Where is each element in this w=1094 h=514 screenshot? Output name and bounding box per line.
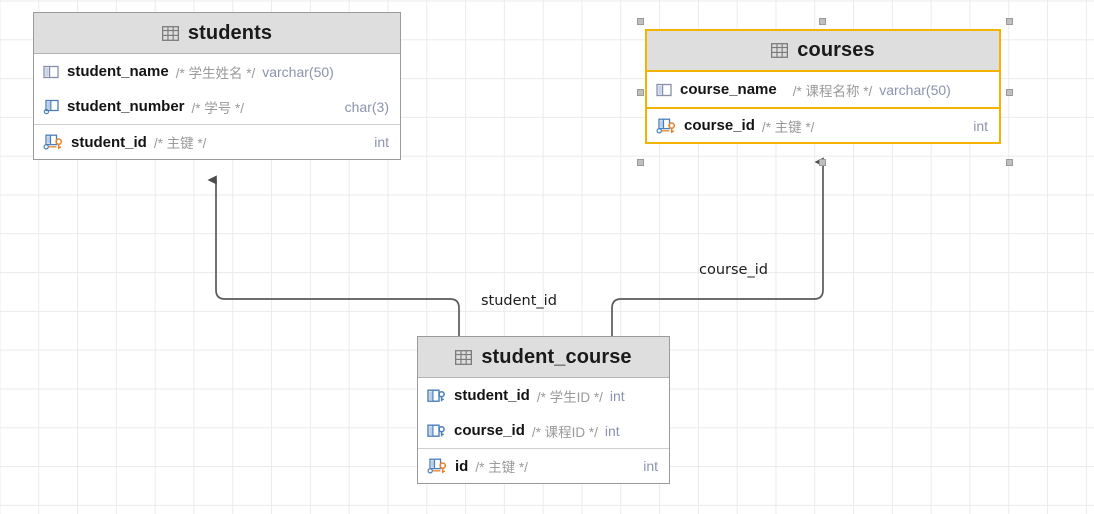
entity-table-student-course[interactable]: student_course student_id /* 学生ID */ int [417,336,670,484]
table-row[interactable]: student_id /* 学生ID */ int [418,378,669,413]
column-comment: /* 学生ID */ [536,389,603,405]
foreign-key-icon [427,423,447,439]
column-name: id [455,457,469,475]
column-name: student_id [71,133,147,151]
primary-key-icon [427,458,448,474]
table-row[interactable]: course_id /* 课程ID */ int [418,413,669,448]
column-name: student_name [67,63,169,80]
edge-label-course-id: course_id [699,262,768,278]
selection-handle-top-left[interactable] [637,18,644,25]
column-type: int [604,422,620,439]
table-title: students [187,21,273,44]
column-type: int [374,134,389,150]
primary-key-icon [656,118,677,134]
table-row[interactable]: id /* 主键 */ int [418,448,669,483]
index-column-icon [43,99,60,115]
selection-handle-bottom-left[interactable] [637,159,644,166]
column-icon [656,82,673,98]
selection-handle-top-center[interactable] [819,18,826,25]
table-icon [771,42,789,59]
selection-handle-middle-left[interactable] [637,89,644,96]
column-type: char(3) [344,98,389,115]
selection-handle-bottom-right[interactable] [1006,159,1013,166]
edge-course-id [611,157,824,336]
table-icon [455,349,473,366]
column-comment: /* 课程名称 */ [792,83,873,99]
foreign-key-icon [427,388,447,404]
column-name: course_name [680,81,777,98]
table-title: courses [797,39,875,61]
column-type: int [609,387,625,404]
table-title: student_course [481,345,632,368]
table-header-student-course[interactable]: student_course [418,337,669,378]
column-icon [43,64,60,80]
column-name: course_id [684,117,755,134]
column-type: int [973,117,988,134]
column-comment: /* 学号 */ [191,100,245,116]
selection-handle-middle-right[interactable] [1006,89,1013,96]
table-row[interactable]: student_number /* 学号 */ char(3) [34,89,400,124]
entity-table-students[interactable]: students student_name /* 学生姓名 */ varchar… [33,12,401,160]
column-type: varchar(50) [879,81,951,98]
column-comment: /* 课程ID */ [531,424,598,440]
column-type: varchar(50) [262,63,334,80]
er-diagram-canvas[interactable]: student_id course_id students student_na… [0,0,1094,514]
table-header-courses[interactable]: courses [647,31,999,72]
selection-handle-bottom-center[interactable] [819,159,826,166]
column-comment: /* 学生姓名 */ [175,65,256,81]
column-name: student_id [454,387,530,404]
column-comment: /* 主键 */ [475,460,528,475]
edge-student-id [207,175,460,336]
column-name: course_id [454,422,525,439]
column-type: int [643,458,658,474]
table-row[interactable]: course_id /* 主键 */ int [647,107,999,142]
table-icon [161,25,179,42]
column-comment: /* 主键 */ [153,136,207,151]
table-row[interactable]: course_name /* 课程名称 */ varchar(50) [647,72,999,107]
edge-label-student-id: student_id [481,293,557,309]
entity-table-courses[interactable]: courses course_name /* 课程名称 */ varchar(5… [645,29,1001,144]
primary-key-icon [43,134,64,150]
column-comment: /* 主键 */ [761,119,815,135]
selection-handle-top-right[interactable] [1006,18,1013,25]
table-row[interactable]: student_name /* 学生姓名 */ varchar(50) [34,54,400,89]
column-name: student_number [67,98,185,115]
table-row[interactable]: student_id /* 主键 */ int [34,124,400,159]
table-header-students[interactable]: students [34,13,400,54]
